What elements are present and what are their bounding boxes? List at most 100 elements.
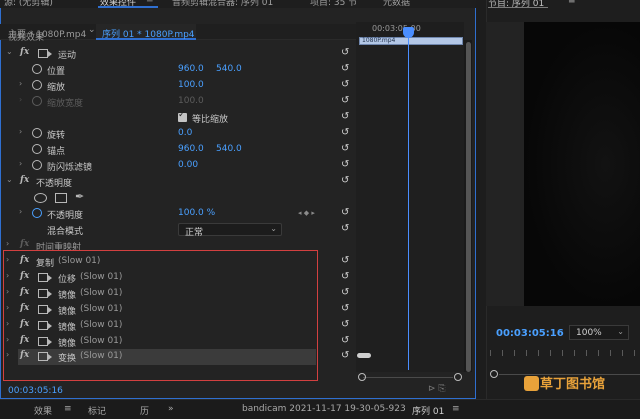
tab-project[interactable]: 项目: 35 节 bbox=[310, 0, 357, 8]
stopwatch-active-icon[interactable] bbox=[32, 208, 42, 218]
pen-mask-icon[interactable]: ✒ bbox=[75, 190, 84, 203]
stopwatch-icon[interactable] bbox=[32, 128, 42, 138]
property-row-uniform-scale[interactable]: 等比缩放 ↺ bbox=[0, 110, 356, 126]
expand-caret-icon[interactable]: › bbox=[19, 127, 22, 136]
reset-icon[interactable]: ↺ bbox=[341, 287, 349, 298]
program-menu-icon[interactable]: ≡ bbox=[568, 0, 576, 6]
tab-audio-clip-mixer[interactable]: 音频剪辑混合器: 序列 01 bbox=[172, 0, 273, 8]
anchor-x-value[interactable]: 960.0 bbox=[178, 144, 204, 154]
timeline-zoom-pill[interactable] bbox=[357, 353, 371, 358]
keyframe-navigator[interactable]: ◂ ◆ ▸ bbox=[298, 209, 315, 217]
reset-icon[interactable]: ↺ bbox=[341, 255, 349, 266]
property-row-anchor[interactable]: 锚点 960.0 540.0 ↺ bbox=[0, 142, 356, 158]
tab-sequence-01[interactable]: 序列 01 bbox=[412, 404, 444, 417]
tab-effects[interactable]: 效果 bbox=[34, 404, 52, 417]
watermark-logo-icon bbox=[524, 376, 539, 391]
anchor-y-value[interactable]: 540.0 bbox=[216, 144, 242, 154]
tab-source[interactable]: 源: (无剪辑) bbox=[4, 0, 53, 8]
filter-and-export-icons[interactable]: ⊳ ⎘ bbox=[428, 384, 446, 394]
ruler-tick bbox=[634, 350, 635, 356]
fx-toggle-icon[interactable]: fx bbox=[20, 175, 29, 185]
stopwatch-icon[interactable] bbox=[32, 64, 42, 74]
property-row-blend-mode[interactable]: 混合模式 正常 ⌄ ↺ bbox=[0, 222, 356, 238]
tab-metadata[interactable]: 元数据 bbox=[383, 0, 410, 8]
chevron-down-icon: ⌄ bbox=[270, 224, 277, 233]
sequence-menu-icon[interactable]: ≡ bbox=[452, 404, 460, 414]
effect-row-opacity[interactable]: ⌄ fx 不透明度 ↺ bbox=[0, 174, 356, 190]
program-preview-margin bbox=[486, 22, 524, 306]
property-row-rotation[interactable]: › 旋转 0.0 ↺ bbox=[0, 126, 356, 142]
anchor-label: 锚点 bbox=[47, 147, 66, 157]
scale-value[interactable]: 100.0 bbox=[178, 80, 204, 90]
reset-icon[interactable]: ↺ bbox=[341, 223, 349, 234]
anti-flicker-value[interactable]: 0.00 bbox=[178, 160, 198, 170]
collapse-caret-icon[interactable]: ⌄ bbox=[6, 47, 13, 56]
mask-tools-row: ✒ bbox=[0, 190, 356, 206]
expand-caret-icon[interactable]: › bbox=[19, 79, 22, 88]
reset-icon[interactable]: ↺ bbox=[341, 47, 349, 58]
playhead-handle[interactable] bbox=[403, 27, 414, 38]
uniform-scale-checkbox[interactable] bbox=[178, 110, 187, 122]
stopwatch-icon bbox=[32, 96, 42, 106]
position-y-value[interactable]: 540.0 bbox=[216, 64, 242, 74]
property-row-scale[interactable]: › 缩放 100.0 ↺ bbox=[0, 78, 356, 94]
effect-row-motion[interactable]: ⌄ fx 运动 ↺ bbox=[0, 46, 356, 62]
property-row-position[interactable]: 位置 960.0 540.0 ↺ bbox=[0, 62, 356, 78]
program-timecode[interactable]: 00:03:05:16 bbox=[496, 328, 564, 339]
stopwatch-icon[interactable] bbox=[32, 80, 42, 90]
position-x-value[interactable]: 960.0 bbox=[178, 64, 204, 74]
reset-icon[interactable]: ↺ bbox=[341, 63, 349, 74]
program-time-ruler[interactable] bbox=[490, 350, 640, 360]
mini-timeline-zoom-scroll[interactable] bbox=[358, 373, 462, 382]
reset-icon[interactable]: ↺ bbox=[341, 95, 349, 106]
vertical-scrollbar-thumb[interactable] bbox=[466, 42, 471, 372]
playhead-line[interactable] bbox=[408, 29, 409, 370]
tab-history[interactable]: 历 bbox=[140, 404, 149, 417]
tab-markers[interactable]: 标记 bbox=[88, 404, 106, 417]
reset-icon[interactable]: ↺ bbox=[341, 127, 349, 138]
reset-icon[interactable]: ↺ bbox=[341, 111, 349, 122]
blend-mode-select[interactable]: 正常 ⌄ bbox=[178, 223, 282, 238]
property-row-anti-flicker[interactable]: › 防闪烁滤镜 0.00 ↺ bbox=[0, 158, 356, 174]
reset-icon[interactable]: ↺ bbox=[341, 271, 349, 282]
expand-caret-icon[interactable]: › bbox=[19, 159, 22, 168]
reset-icon[interactable]: ↺ bbox=[341, 143, 349, 154]
motion-transform-icon[interactable] bbox=[38, 49, 52, 58]
rectangle-mask-icon[interactable] bbox=[55, 193, 67, 203]
property-row-opacity[interactable]: › 不透明度 100.0 % ◂ ◆ ▸ ↺ bbox=[0, 206, 356, 222]
rotation-value[interactable]: 0.0 bbox=[178, 128, 192, 138]
reset-icon[interactable]: ↺ bbox=[341, 350, 349, 361]
opacity-sub-label: 不透明度 bbox=[47, 211, 84, 221]
panel-tab-bar: 源: (无剪辑) 效果控件 ≡ 音频剪辑混合器: 序列 01 项目: 35 节 … bbox=[0, 0, 476, 8]
zoom-scroll-start-handle[interactable] bbox=[358, 373, 366, 381]
reset-icon[interactable]: ↺ bbox=[341, 79, 349, 90]
ellipse-mask-icon[interactable] bbox=[34, 193, 47, 203]
video-effects-header: 视频效果 bbox=[0, 32, 356, 42]
collapse-caret-icon[interactable]: ⌄ bbox=[6, 175, 13, 184]
reset-icon[interactable]: ↺ bbox=[341, 207, 349, 218]
zoom-level-select[interactable]: 100% ⌄ bbox=[569, 325, 629, 340]
reset-icon[interactable]: ↺ bbox=[341, 159, 349, 170]
expand-caret-icon[interactable]: › bbox=[6, 239, 9, 248]
reset-icon[interactable]: ↺ bbox=[341, 303, 349, 314]
effects-menu-icon[interactable]: ≡ bbox=[64, 404, 72, 414]
ruler-tick bbox=[514, 350, 515, 356]
reset-icon[interactable]: ↺ bbox=[341, 319, 349, 330]
program-video-preview[interactable] bbox=[524, 22, 640, 306]
reset-icon[interactable]: ↺ bbox=[341, 175, 349, 186]
stopwatch-icon[interactable] bbox=[32, 144, 42, 154]
opacity-value[interactable]: 100.0 % bbox=[178, 208, 215, 218]
reset-icon[interactable]: ↺ bbox=[341, 335, 349, 346]
zoom-scroll-end-handle[interactable] bbox=[454, 373, 462, 381]
expand-caret-icon[interactable]: › bbox=[19, 207, 22, 216]
current-timecode[interactable]: 00:03:05:16 bbox=[8, 386, 63, 396]
tab-bandicam-sequence[interactable]: bandicam 2021-11-17 19-30-05-923 bbox=[242, 404, 406, 414]
zoom-scroll-handle[interactable] bbox=[490, 370, 498, 378]
effect-controls-menu-icon[interactable]: ≡ bbox=[146, 0, 154, 5]
more-panels-icon[interactable]: » bbox=[168, 404, 174, 414]
fx-toggle-icon[interactable]: fx bbox=[20, 47, 29, 57]
stopwatch-icon[interactable] bbox=[32, 160, 42, 170]
anti-flicker-label: 防闪烁滤镜 bbox=[47, 163, 93, 173]
scale-width-label: 缩放宽度 bbox=[47, 99, 84, 109]
mini-timeline-tracks[interactable] bbox=[356, 44, 464, 372]
